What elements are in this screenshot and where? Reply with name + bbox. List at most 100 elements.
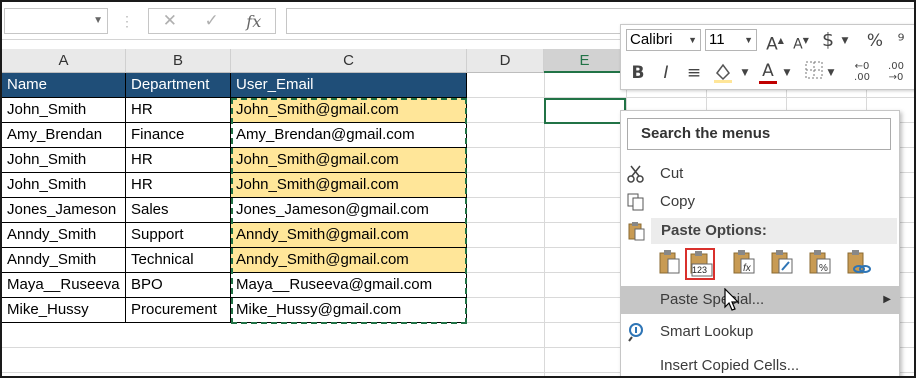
menu-item-insert-copied-cells[interactable]: Insert Copied Cells... bbox=[621, 352, 899, 376]
decrease-font-icon: A bbox=[793, 36, 803, 53]
menu-item-copy[interactable]: Copy bbox=[621, 188, 899, 215]
fill-bucket-icon bbox=[714, 63, 732, 83]
font-color-button[interactable]: A bbox=[759, 61, 777, 84]
svg-text:fx: fx bbox=[743, 263, 752, 274]
active-cell-e[interactable] bbox=[544, 98, 626, 124]
menu-item-insert-copied-cells-label: Insert Copied Cells... bbox=[660, 357, 800, 374]
smart-lookup-icon bbox=[628, 323, 643, 342]
chevron-down-icon[interactable]: ▼ bbox=[744, 30, 753, 50]
chevron-down-icon[interactable]: ▼ bbox=[688, 30, 697, 50]
menu-item-paste-special[interactable]: Paste Special... ▶ bbox=[621, 286, 899, 314]
chevron-down-icon[interactable]: ▼ bbox=[781, 63, 793, 83]
paste-options-label: Paste Options: bbox=[651, 218, 897, 244]
chevron-down-icon[interactable]: ▼ bbox=[739, 63, 751, 83]
cell-department[interactable]: HR bbox=[126, 173, 231, 198]
cell-name[interactable]: Anndy_Smith bbox=[2, 248, 126, 273]
header-department[interactable]: Department bbox=[126, 73, 231, 98]
column-header-b[interactable]: B bbox=[126, 49, 231, 73]
italic-button[interactable]: I bbox=[657, 63, 675, 83]
cell-email[interactable]: Anndy_Smith@gmail.com bbox=[231, 248, 467, 273]
cell-email[interactable]: John_Smith@gmail.com bbox=[231, 173, 467, 198]
cell-name[interactable]: Jones_Jameson bbox=[2, 198, 126, 223]
chevron-down-icon[interactable]: ▼ bbox=[825, 63, 837, 83]
cell-department[interactable]: HR bbox=[126, 98, 231, 123]
cell-department[interactable]: Procurement bbox=[126, 298, 231, 323]
cell-department[interactable]: Support bbox=[126, 223, 231, 248]
cancel-icon[interactable]: ✕ bbox=[163, 11, 177, 31]
menu-item-copy-label: Copy bbox=[660, 193, 696, 210]
comma-style-icon[interactable]: ⁹ bbox=[891, 31, 911, 51]
cell-department[interactable]: Technical bbox=[126, 248, 231, 273]
drag-handle-icon[interactable]: ⋮ bbox=[120, 12, 134, 30]
increase-font-button[interactable]: A▲ bbox=[765, 31, 785, 55]
font-size-select[interactable]: 11 ▼ bbox=[705, 29, 757, 51]
grid-line bbox=[467, 97, 914, 98]
paste-values-button[interactable]: 123 bbox=[685, 248, 715, 280]
decrease-decimal-icon[interactable]: .00 →0 bbox=[885, 61, 907, 83]
cell-name[interactable]: John_Smith bbox=[2, 173, 126, 198]
paste-icon[interactable] bbox=[657, 248, 687, 280]
cell-name[interactable]: Maya__Ruseeva bbox=[2, 273, 126, 298]
svg-text:%: % bbox=[819, 263, 828, 274]
center-align-icon[interactable]: ≡ bbox=[683, 63, 705, 83]
bold-button[interactable]: B bbox=[629, 63, 647, 83]
menu-item-smart-lookup[interactable]: Smart Lookup bbox=[621, 318, 899, 345]
column-header-d[interactable]: D bbox=[467, 49, 544, 73]
cell-email[interactable]: Mike_Hussy@gmail.com bbox=[231, 298, 467, 323]
font-name-select[interactable]: Calibri ▼ bbox=[626, 29, 701, 51]
percent-button[interactable]: % bbox=[865, 31, 885, 51]
scissors-icon bbox=[627, 165, 644, 183]
cell-department[interactable]: HR bbox=[126, 148, 231, 173]
cell-email[interactable]: Maya__Ruseeva@gmail.com bbox=[231, 273, 467, 298]
paste-transpose-icon bbox=[771, 250, 793, 274]
cell-department[interactable]: BPO bbox=[126, 273, 231, 298]
paste-formulas-button[interactable]: fx bbox=[731, 248, 761, 280]
cell-department[interactable]: Finance bbox=[126, 123, 231, 148]
cell-email[interactable]: Anndy_Smith@gmail.com bbox=[231, 223, 467, 248]
cell-email[interactable]: John_Smith@gmail.com bbox=[231, 98, 467, 123]
mini-toolbar: Calibri ▼ 11 ▼ A▲ A▼ $ ▼ % ⁹ B I ≡ ▼ A ▼… bbox=[620, 24, 914, 90]
cell-name[interactable]: John_Smith bbox=[2, 148, 126, 173]
cell-name[interactable]: Anndy_Smith bbox=[2, 223, 126, 248]
cell-email[interactable]: Jones_Jameson@gmail.com bbox=[231, 198, 467, 223]
excel-window: ▼ ⋮ ✕ ✓ fx A B C D E Name Department Use… bbox=[0, 0, 916, 378]
header-name[interactable]: Name bbox=[2, 73, 126, 98]
copy-icon bbox=[627, 193, 644, 211]
chevron-down-icon[interactable]: ▼ bbox=[839, 31, 851, 51]
mouse-pointer-icon bbox=[724, 288, 740, 311]
increase-decimal-icon[interactable]: ←0.00 bbox=[851, 61, 873, 83]
column-header-e[interactable]: E bbox=[544, 49, 626, 73]
paste-default-icon bbox=[659, 250, 680, 274]
cell-email[interactable]: John_Smith@gmail.com bbox=[231, 148, 467, 173]
column-header-a[interactable]: A bbox=[2, 49, 126, 73]
menu-item-cut-label: Cut bbox=[660, 165, 684, 182]
currency-button[interactable]: $ bbox=[819, 30, 837, 50]
borders-grid-icon bbox=[805, 61, 823, 79]
cell-email[interactable]: Amy_Brendan@gmail.com bbox=[231, 123, 467, 148]
chevron-right-icon: ▶ bbox=[883, 294, 891, 305]
borders-icon[interactable] bbox=[803, 61, 825, 84]
paste-transpose-button[interactable] bbox=[769, 248, 799, 280]
insert-function-button[interactable]: fx bbox=[246, 12, 261, 31]
paste-formulas-icon: fx bbox=[733, 250, 755, 274]
fill-color-button[interactable] bbox=[711, 61, 735, 88]
cell-name[interactable]: John_Smith bbox=[2, 98, 126, 123]
paste-formatting-button[interactable]: % bbox=[807, 248, 837, 280]
name-box[interactable]: ▼ bbox=[4, 8, 108, 34]
cell-name[interactable]: Amy_Brendan bbox=[2, 123, 126, 148]
column-header-c[interactable]: C bbox=[231, 49, 467, 73]
cell-department[interactable]: Sales bbox=[126, 198, 231, 223]
enter-icon[interactable]: ✓ bbox=[205, 11, 219, 31]
chevron-down-icon[interactable]: ▼ bbox=[93, 15, 103, 26]
menu-item-paste-special-label: Paste Special... bbox=[660, 291, 765, 308]
search-menus-input[interactable]: Search the menus bbox=[627, 118, 891, 150]
font-name-value: Calibri bbox=[630, 31, 673, 48]
context-menu: Search the menus Cut Copy Paste Options:… bbox=[620, 110, 900, 376]
decrease-font-button[interactable]: A▼ bbox=[791, 31, 811, 55]
formula-buttons: ✕ ✓ fx bbox=[148, 8, 276, 34]
cell-name[interactable]: Mike_Hussy bbox=[2, 298, 126, 323]
header-user-email[interactable]: User_Email bbox=[231, 73, 467, 98]
increase-font-icon: A bbox=[766, 34, 778, 55]
menu-item-cut[interactable]: Cut bbox=[621, 160, 899, 187]
paste-link-button[interactable] bbox=[845, 248, 875, 280]
